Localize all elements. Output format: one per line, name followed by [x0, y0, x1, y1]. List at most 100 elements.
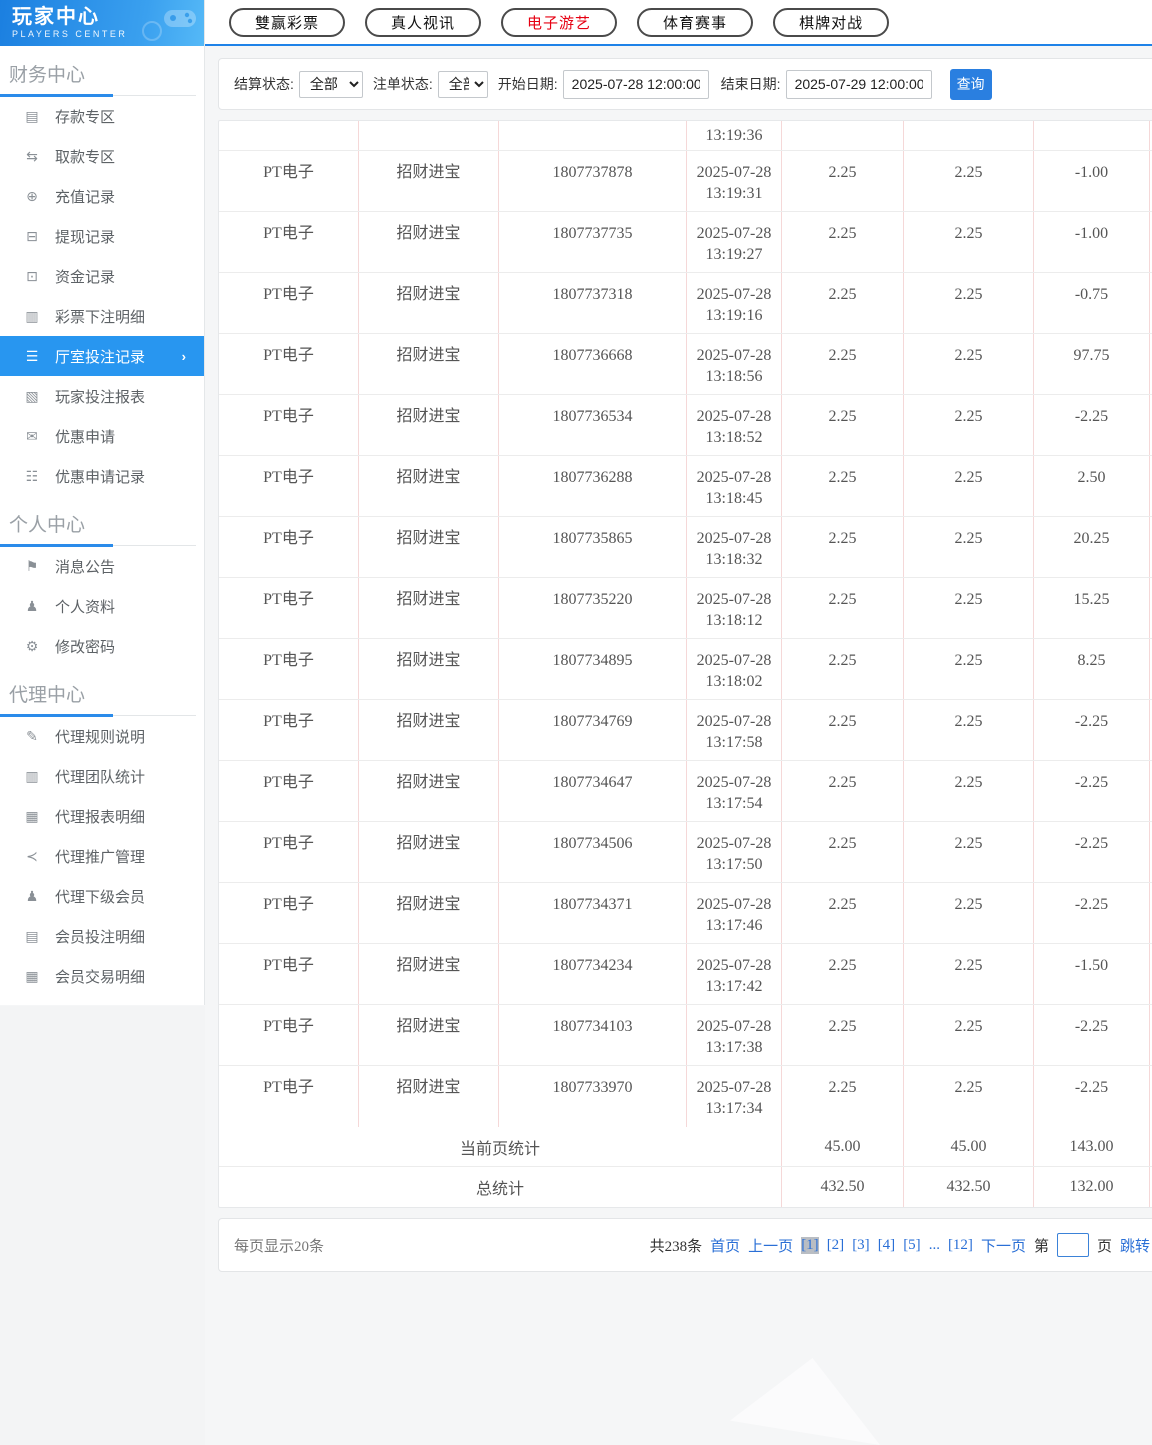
top-nav-tab[interactable]: 电子游艺 [501, 7, 618, 37]
sidebar-item[interactable]: ▤ 存款专区 [0, 96, 204, 136]
sidebar-item-label: 充值记录 [55, 188, 116, 206]
cell-order-no: 1807736288 [498, 456, 686, 516]
page-number-link[interactable]: [2] [827, 1237, 845, 1254]
cell-game-type: PT电子 [263, 896, 314, 913]
cell-bet-amount: 2.25 [781, 639, 903, 699]
lottery-bet-detail-icon: ▥ [25, 307, 39, 324]
cell-bet-amount: 2.25 [781, 700, 903, 760]
sidebar-items-finance: ▤ 存款专区 ⇆ 取款专区 ⊕ 充值记录 ⊟ 提现记录 ⊡ 资金记录 ▥ 彩票下… [0, 96, 204, 496]
page-summary-result: 143.00 [1033, 1127, 1149, 1166]
agent-members-icon: ♟ [25, 887, 39, 904]
sidebar-item[interactable]: ⇆ 取款专区 [0, 136, 204, 176]
cell-game-name: 招财进宝 [358, 639, 498, 699]
query-button[interactable]: 查询 [949, 68, 992, 100]
sidebar-item[interactable]: ✉ 优惠申请 [0, 416, 204, 456]
table-row: PT电子 招财进宝 1807735865 2025-07-28 13:18:32 … [219, 517, 1152, 578]
cell-win-loss: -1.00 [1033, 212, 1149, 272]
start-date-input[interactable] [562, 69, 709, 99]
cell-valid-bet: 2.25 [903, 273, 1033, 333]
sidebar-item[interactable]: ⚑ 消息公告 [0, 546, 204, 586]
page-number-link[interactable]: [3] [852, 1237, 870, 1254]
sidebar-item[interactable]: ⊟ 提现记录 [0, 216, 204, 256]
settle-status-select[interactable]: 全部 [298, 70, 363, 98]
sidebar-item[interactable]: ≺ 代理推广管理 [0, 836, 204, 876]
page-number-link[interactable]: [5] [903, 1237, 921, 1254]
cell-game-type: PT电子 [263, 774, 314, 791]
sidebar-item[interactable]: ♟ 个人资料 [0, 586, 204, 626]
end-date-input[interactable] [785, 69, 932, 99]
agent-rules-icon: ✎ [26, 727, 38, 744]
order-status-select[interactable]: 全部 [437, 70, 488, 98]
total-summary-label: 总统计 [475, 1181, 524, 1198]
page-number-link[interactable]: [4] [878, 1237, 896, 1254]
sidebar-item-label: 优惠申请 [55, 428, 116, 446]
page-number-link[interactable]: [1] [801, 1236, 819, 1254]
cell-bet-amount: 2.25 [781, 1005, 903, 1065]
first-page-link[interactable]: 首页 [710, 1235, 740, 1256]
cell-game-type: PT电子 [263, 347, 314, 364]
sidebar-item[interactable]: ⊡ 资金记录 [0, 256, 204, 296]
pagination-bar: 每页显示20条 共238条 首页 上一页 [1] [2] [3] [4] [5] ...… [218, 1218, 1152, 1272]
cell-order-no: 1807733970 [498, 1066, 686, 1127]
sidebar-item[interactable]: ☷ 优惠申请记录 [0, 456, 204, 496]
cell-datetime: 2025-07-28 13:17:38 [686, 1005, 781, 1065]
cell-valid-bet: 2.25 [903, 944, 1033, 1004]
top-nav-pills: 雙赢彩票 真人视讯 电子游艺 体育赛事 棋牌对战 [229, 7, 890, 37]
cell-game-name: 招财进宝 [358, 883, 498, 943]
table-row: PT电子 招财进宝 1807733970 2025-07-28 13:17:34 … [219, 1066, 1152, 1127]
order-status-label: 注单状态: [372, 76, 433, 92]
recharge-record-icon: ⊕ [26, 187, 38, 204]
sidebar-item-label: 取款专区 [55, 148, 116, 166]
cell-game-type: PT电子 [263, 164, 314, 181]
top-nav-tab[interactable]: 雙赢彩票 [229, 7, 346, 37]
section-title: 个人中心 [9, 515, 86, 536]
sidebar-item[interactable]: ▦ 代理报表明细 [0, 796, 204, 836]
sidebar-item[interactable]: ⚙ 修改密码 [0, 626, 204, 666]
cell-game-type: PT电子 [263, 1079, 314, 1096]
sidebar-item-label: 修改密码 [55, 638, 116, 656]
jump-page-input[interactable] [1056, 1233, 1089, 1257]
cell-bet-amount: 2.25 [781, 456, 903, 516]
cell-datetime: 2025-07-28 13:17:42 [686, 944, 781, 1004]
agent-report-detail-icon: ▦ [25, 807, 39, 824]
sidebar-item[interactable]: ▦ 会员交易明细 [0, 956, 204, 996]
total-summary-bet: 432.50 [781, 1167, 903, 1207]
promo-apply-record-icon: ☷ [25, 467, 39, 484]
cell-valid-bet: 2.25 [903, 395, 1033, 455]
pager: 共238条 首页 上一页 [1] [2] [3] [4] [5] ... [12] 下一… [650, 1233, 1150, 1257]
cell-bet-amount: 2.25 [781, 822, 903, 882]
gear-icon: ⚙ [25, 637, 39, 654]
sidebar-item-label: 代理团队统计 [55, 768, 146, 786]
sidebar-item[interactable]: ⊕ 充值记录 [0, 176, 204, 216]
cell-game-type: PT电子 [263, 286, 314, 303]
top-nav-tab[interactable]: 真人视讯 [365, 7, 482, 37]
sidebar-item-label: 代理下级会员 [55, 888, 146, 906]
sidebar-item[interactable]: ▥ 彩票下注明细 [0, 296, 204, 336]
cell-valid-bet: 2.25 [903, 334, 1033, 394]
agent-team-stats-icon: ▥ [25, 767, 39, 784]
sidebar-item[interactable]: ♟ 代理下级会员 [0, 876, 204, 916]
prev-page-link[interactable]: 上一页 [748, 1235, 793, 1256]
sidebar-item[interactable]: ▥ 代理团队统计 [0, 756, 204, 796]
sidebar-item[interactable]: ☰ 厅室投注记录 › [0, 336, 204, 376]
sidebar-item[interactable]: ✎ 代理规则说明 [0, 716, 204, 756]
sidebar-item[interactable]: ▤ 会员投注明细 [0, 916, 204, 956]
sidebar-item-label: 彩票下注明细 [55, 308, 146, 326]
jump-button[interactable]: 跳转 [1120, 1235, 1150, 1256]
cell-datetime: 2025-07-28 13:17:58 [686, 700, 781, 760]
start-date-label: 开始日期: [497, 76, 558, 92]
cell-game-name: 招财进宝 [358, 761, 498, 821]
cell-win-loss: 8.25 [1033, 639, 1149, 699]
sidebar-item[interactable]: ▧ 玩家投注报表 [0, 376, 204, 416]
cell-time: 13:19:36 [686, 121, 781, 150]
hall-bet-record-icon: ☰ [25, 347, 39, 364]
cell-game-type: PT电子 [263, 225, 314, 242]
top-nav-tab[interactable]: 体育赛事 [637, 7, 754, 37]
next-page-link[interactable]: 下一页 [981, 1235, 1026, 1256]
total-count: 共238条 [649, 1238, 703, 1255]
cell-order-no: 1807735865 [498, 517, 686, 577]
last-page-link[interactable]: [12] [948, 1237, 973, 1254]
sidebar: 玩家中心 PLAYERS CENTER 财务中心 ▤ 存款专区 ⇆ 取款专区 ⊕… [0, 0, 205, 1005]
cell-datetime: 2025-07-28 13:17:50 [686, 822, 781, 882]
top-nav-tab[interactable]: 棋牌对战 [773, 7, 890, 37]
